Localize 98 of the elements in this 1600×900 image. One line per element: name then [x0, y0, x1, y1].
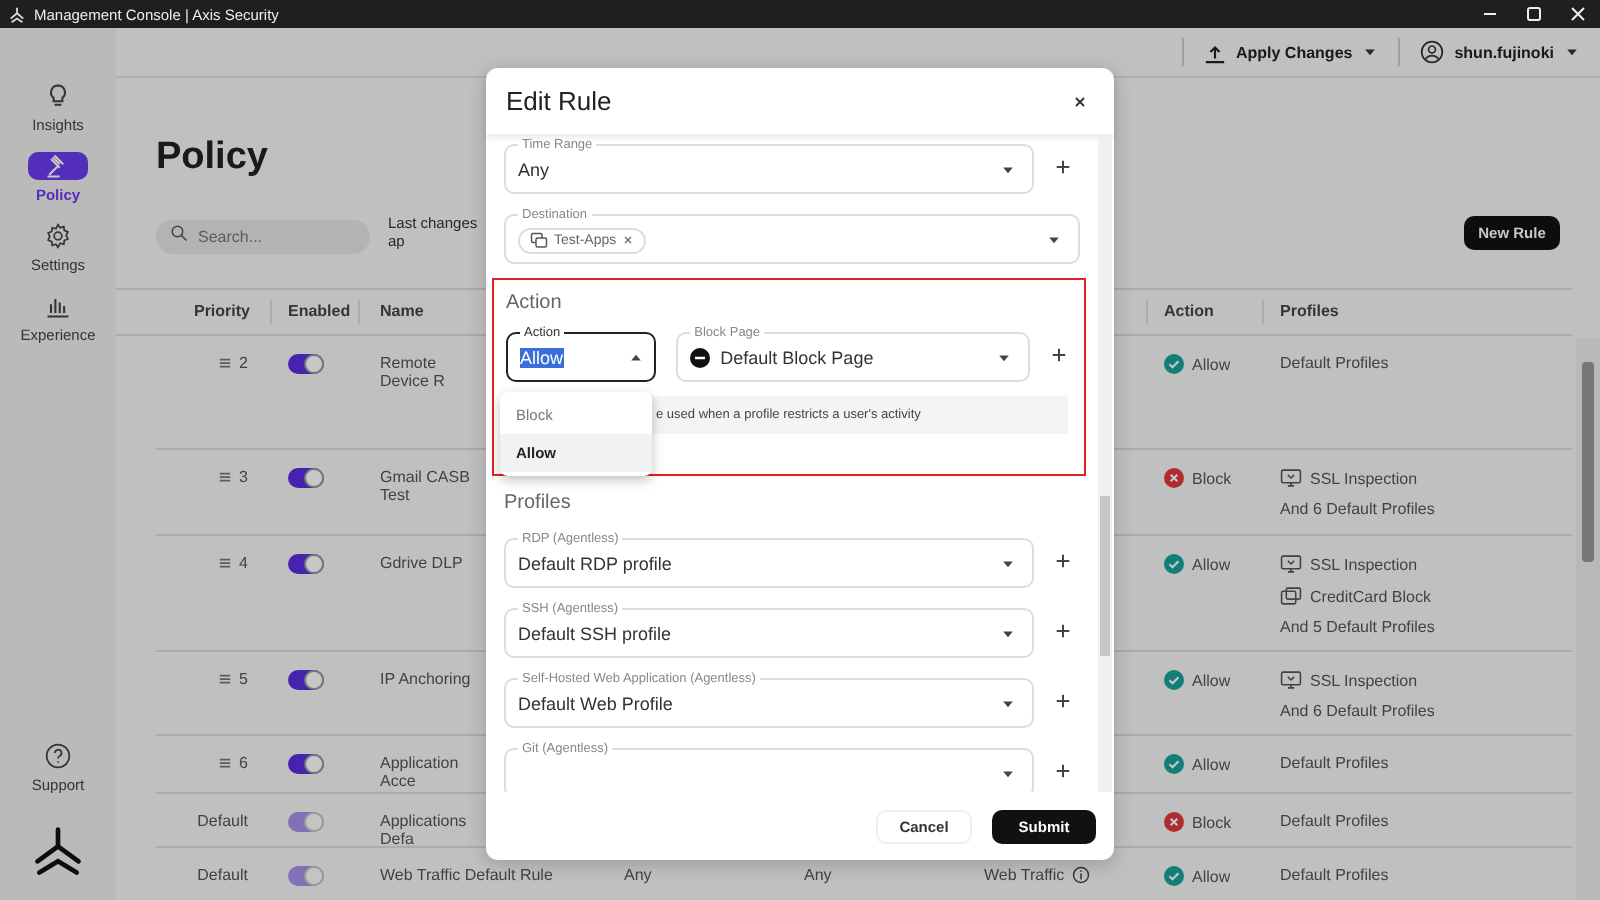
minus-circle-icon	[690, 348, 711, 368]
rule-name: Web Traffic Default Rule	[380, 866, 555, 884]
caret-icon	[1362, 44, 1379, 60]
drag-handle-icon[interactable]	[217, 356, 232, 370]
priority-text: 2	[239, 354, 248, 372]
search-field[interactable]: Search...	[156, 219, 370, 253]
caret-icon	[1000, 696, 1016, 712]
rule-name: Remote Device R	[380, 354, 447, 390]
user-menu-button[interactable]: shun.fujinoki	[1416, 40, 1584, 64]
search-icon	[170, 223, 188, 241]
toggle-switch[interactable]	[288, 468, 324, 488]
caret-icon	[996, 350, 1012, 366]
settings-icon	[44, 222, 72, 250]
add-icon[interactable]	[1054, 621, 1072, 639]
action-label: Allow	[1192, 671, 1231, 689]
upload-icon	[1203, 41, 1226, 63]
close-icon[interactable]	[1072, 93, 1088, 109]
rule-name: IP Anchoring	[380, 670, 473, 688]
drag-handle-icon[interactable]	[217, 672, 232, 686]
toggle-switch[interactable]	[288, 670, 324, 690]
toggle-switch[interactable]	[288, 554, 324, 574]
caret-icon	[1000, 626, 1016, 642]
info-icon[interactable]	[1072, 866, 1091, 884]
column-header: Profiles	[1278, 300, 1341, 324]
dialog-title: Edit Rule	[506, 86, 612, 116]
caret-icon	[1000, 766, 1016, 782]
profile-text: SSL Inspection	[1310, 555, 1418, 573]
page-scrollbar[interactable]	[1576, 338, 1600, 900]
check-circle-icon	[1164, 754, 1184, 774]
profile-text: And 6 Default Profiles	[1280, 702, 1435, 720]
dialog-scrollbar[interactable]	[1098, 134, 1112, 792]
rule-name: Gdrive DLP	[380, 554, 465, 572]
check-circle-icon	[1164, 554, 1184, 574]
profile-text: SSL Inspection	[1310, 671, 1418, 689]
user-icon	[1420, 40, 1445, 64]
action-label: Allow	[1192, 867, 1231, 885]
monitor-icon	[1280, 468, 1302, 488]
priority-text: Default	[197, 812, 248, 830]
caret-icon	[1564, 44, 1580, 60]
action-label: Block	[1192, 469, 1232, 487]
add-icon[interactable]	[1054, 551, 1072, 569]
priority-text: 3	[239, 468, 248, 486]
caret-icon	[1046, 232, 1062, 248]
table-cell: Web Traffic	[984, 866, 1065, 884]
x-circle-icon	[1164, 468, 1184, 488]
rule-name: Gmail CASB Test	[380, 468, 472, 504]
caret-icon	[1000, 556, 1016, 572]
column-header: Action	[1148, 300, 1264, 324]
check-circle-icon	[1164, 354, 1184, 374]
action-label: Allow	[1192, 755, 1231, 773]
action-label: Allow	[1192, 355, 1231, 373]
monitor-icon	[1280, 554, 1302, 574]
monitor-icon	[1280, 670, 1302, 690]
add-icon[interactable]	[1054, 691, 1072, 709]
add-icon[interactable]	[1050, 345, 1068, 363]
app-logo-icon	[8, 5, 26, 23]
column-header: Priority	[177, 300, 272, 324]
profile-text: CreditCard Block	[1310, 587, 1431, 605]
section-heading: Profiles	[504, 492, 573, 514]
remove-icon[interactable]	[622, 234, 635, 246]
add-icon[interactable]	[1054, 157, 1072, 175]
table-cell: Any	[804, 866, 832, 884]
priority-text: 4	[239, 554, 248, 572]
check-circle-icon	[1164, 866, 1184, 886]
caret-icon	[1000, 162, 1016, 178]
rule-name: Applications Defa	[380, 812, 469, 848]
maximize-icon[interactable]	[1524, 4, 1544, 24]
drag-handle-icon[interactable]	[217, 470, 232, 484]
windows-stack-icon	[530, 231, 548, 249]
profile-text: Default Profiles	[1280, 754, 1389, 772]
page-title: Policy	[156, 134, 268, 182]
profile-text: SSL Inspection	[1310, 469, 1418, 487]
profile-text: And 6 Default Profiles	[1280, 500, 1435, 518]
priority-text: Default	[197, 866, 248, 884]
apply-changes-button[interactable]: Apply Changes	[1199, 41, 1383, 63]
lightbulb-icon	[44, 82, 72, 110]
rule-name: Application Acce	[380, 754, 461, 790]
toggle-switch[interactable]	[288, 354, 324, 374]
add-icon[interactable]	[1054, 761, 1072, 779]
action-label: Block	[1192, 813, 1232, 831]
table-cell: Any	[624, 866, 652, 884]
action-label: Allow	[1192, 555, 1231, 573]
drag-handle-icon[interactable]	[217, 756, 232, 770]
help-icon	[44, 742, 72, 770]
priority-text: 6	[239, 754, 248, 772]
priority-text: 5	[239, 670, 248, 688]
profile-text: Default Profiles	[1280, 354, 1389, 372]
logo-icon	[30, 824, 86, 880]
profile-text: Default Profiles	[1280, 812, 1389, 830]
profile-text: Default Profiles	[1280, 866, 1389, 884]
toggle-switch[interactable]	[288, 754, 324, 774]
check-circle-icon	[1164, 670, 1184, 690]
profile-text: And 5 Default Profiles	[1280, 618, 1435, 636]
column-header: Enabled	[272, 300, 360, 324]
card-icon	[1280, 586, 1302, 606]
x-circle-icon	[1164, 812, 1184, 832]
caret-icon	[628, 350, 645, 366]
drag-handle-icon[interactable]	[217, 556, 232, 570]
